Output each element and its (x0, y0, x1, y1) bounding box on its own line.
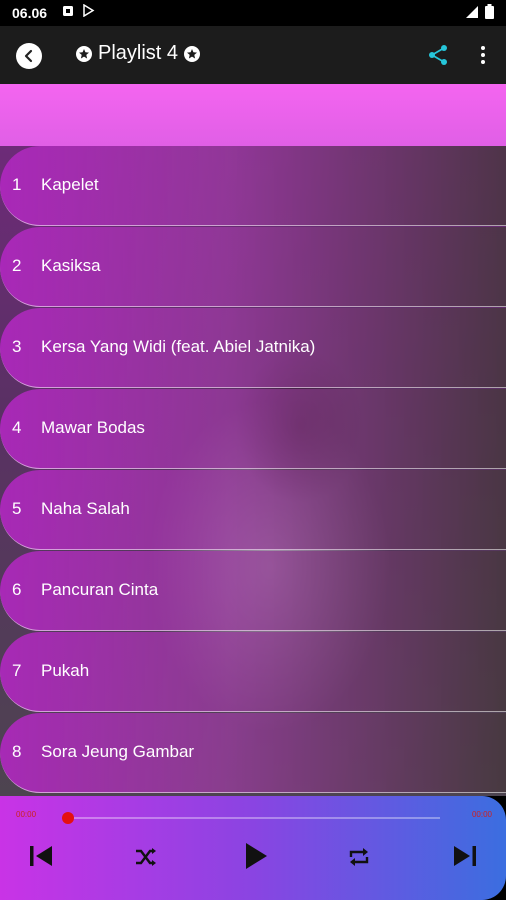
track-item[interactable]: 1 Kapelet (0, 146, 506, 226)
battery-icon (485, 4, 494, 19)
track-number: 4 (12, 418, 22, 437)
share-icon (429, 45, 447, 65)
track-number: 2 (12, 256, 22, 275)
track-number: 6 (12, 580, 22, 599)
track-title: Kapelet (41, 175, 99, 194)
shuffle-button[interactable] (135, 847, 157, 872)
track-item[interactable]: 5 Naha Salah (0, 470, 506, 550)
repeat-button[interactable] (348, 847, 370, 872)
track-list: 1 Kapelet 2 Kasiksa 3 Kersa Yang Widi (f… (0, 146, 506, 796)
play-icon (246, 843, 267, 869)
player-bar: 00:00 00:00 (0, 796, 506, 900)
page-title-wrap: Playlist 4 (76, 42, 201, 65)
track-title: Kersa Yang Widi (feat. Abiel Jatnika) (41, 337, 316, 356)
status-time: 06.06 (12, 5, 48, 21)
total-time: 00:00 (471, 810, 492, 819)
track-title: Mawar Bodas (41, 418, 145, 437)
previous-button[interactable] (28, 843, 54, 874)
app-bar: Playlist 4 (0, 26, 506, 84)
star-icon (184, 45, 201, 62)
track-number: 1 (12, 175, 22, 194)
star-icon (76, 45, 92, 62)
skip-previous-icon (30, 846, 52, 866)
page-title: Playlist 4 (98, 42, 179, 64)
back-icon (24, 49, 33, 63)
track-title: Pancuran Cinta (41, 580, 159, 599)
track-title: Pukah (41, 661, 90, 680)
track-item[interactable]: 8 Sora Jeung Gambar (0, 713, 506, 793)
track-item[interactable]: 6 Pancuran Cinta (0, 551, 506, 631)
repeat-icon (349, 848, 369, 866)
track-item[interactable]: 4 Mawar Bodas (0, 389, 506, 469)
track-number: 3 (12, 337, 22, 356)
status-system-icons (465, 4, 494, 19)
track-title: Kasiksa (41, 256, 101, 275)
notification-square-icon (63, 5, 73, 16)
share-button[interactable] (427, 44, 449, 71)
track-title: Naha Salah (41, 499, 130, 518)
play-store-icon (83, 4, 95, 17)
seek-thumb[interactable] (62, 812, 74, 824)
more-vert-icon (481, 46, 485, 64)
track-title: Sora Jeung Gambar (41, 742, 195, 761)
status-notification-icons (62, 4, 95, 17)
status-bar: 06.06 (0, 0, 506, 26)
back-button[interactable] (16, 43, 42, 69)
header-band (0, 84, 506, 146)
signal-icon (466, 5, 478, 18)
more-options-button[interactable] (476, 44, 490, 71)
track-item[interactable]: 7 Pukah (0, 632, 506, 712)
track-number: 8 (12, 742, 22, 761)
current-time: 00:00 (16, 810, 37, 819)
skip-next-icon (454, 846, 476, 866)
seek-bar[interactable] (64, 817, 440, 819)
shuffle-icon (136, 848, 156, 866)
track-number: 5 (12, 499, 22, 518)
track-item[interactable]: 2 Kasiksa (0, 227, 506, 307)
next-button[interactable] (452, 843, 478, 874)
play-button[interactable] (243, 841, 269, 876)
track-number: 7 (12, 661, 22, 680)
track-item[interactable]: 3 Kersa Yang Widi (feat. Abiel Jatnika) (0, 308, 506, 388)
